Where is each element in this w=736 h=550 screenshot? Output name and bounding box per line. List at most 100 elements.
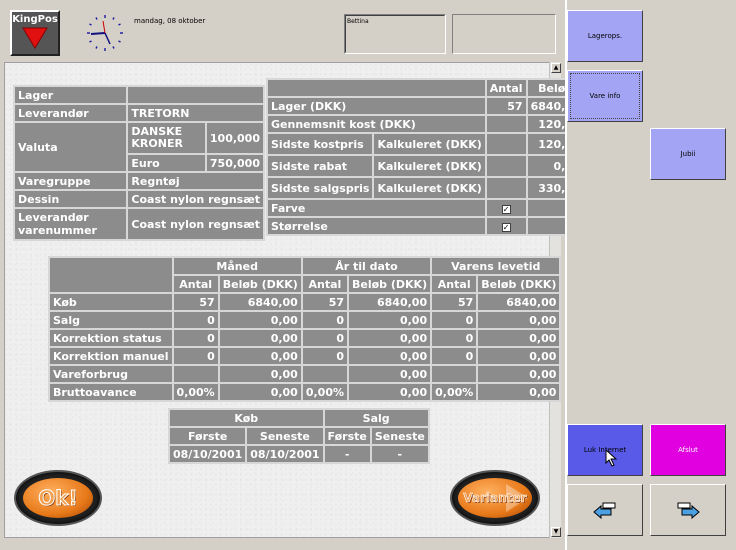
row-label: Varegruppe <box>15 173 127 189</box>
forward-button[interactable] <box>650 484 726 536</box>
sub-header: Antal <box>432 276 477 292</box>
row-label: Gennemsnit kost (DKK) <box>268 116 485 132</box>
check-label: Farve <box>268 200 485 216</box>
table-row: Sidste rabatKalkuleret (DKK)0,00 <box>268 156 584 176</box>
lagerops-label: Lagerops. <box>587 32 623 40</box>
vareinfo-button[interactable]: Vare info <box>567 70 643 122</box>
cell-antal <box>486 134 526 154</box>
row-sublabel: Kalkuleret (DKK) <box>374 134 485 154</box>
group-header: Salg <box>324 410 428 426</box>
varianter-button[interactable]: Varianter <box>450 470 540 526</box>
cell: 0,00 <box>219 348 301 364</box>
afslut-button[interactable]: Afslut <box>650 424 726 476</box>
farve-checkbox[interactable]: ✓ <box>486 200 526 216</box>
group-header: Varens levetid <box>432 258 560 274</box>
cell: 0 <box>173 330 218 346</box>
cell: 0,00 <box>219 312 301 328</box>
row-label: Vareforbrug <box>50 366 172 382</box>
row-label: Leverandør varenummer <box>15 209 127 239</box>
table-row: Køb 57 6840,00 57 6840,00 57 6840,00 <box>50 294 560 310</box>
sub-header: Seneste <box>371 428 428 444</box>
cell: 57 <box>302 294 347 310</box>
varianter-label: Varianter <box>463 491 527 506</box>
cell-antal <box>486 178 526 198</box>
luk-internet-button[interactable]: Luk Internet <box>567 424 643 476</box>
row-value: Coast nylon regnsæt <box>128 209 263 239</box>
cell: 0,00 <box>349 348 431 364</box>
cell: 0,00 <box>478 330 560 346</box>
scroll-up-icon[interactable]: ▲ <box>551 63 561 73</box>
kingpos-logo: KingPos <box>10 10 60 56</box>
group-header: År til dato <box>302 258 431 274</box>
ok-button[interactable]: Ok! <box>14 470 102 526</box>
cell: 0 <box>302 330 347 346</box>
back-button[interactable] <box>567 484 643 536</box>
cell: - <box>324 446 370 462</box>
cell: 08/10/2001 <box>170 446 246 462</box>
cell: 0,00% <box>432 384 477 400</box>
cell: 0,00 <box>349 366 431 382</box>
row-label: Sidste rabat <box>268 156 373 176</box>
cell: 0,00 <box>478 312 560 328</box>
cell: 0 <box>302 312 347 328</box>
table-row: Lager <box>15 87 263 103</box>
empty-box <box>452 14 556 54</box>
cell: 0 <box>432 330 477 346</box>
cell: 0 <box>173 348 218 364</box>
row-value: Regntøj <box>128 173 263 189</box>
jubii-label: Jubii <box>680 150 696 158</box>
table-header-row: Antal Beløb <box>268 80 584 96</box>
cell: 0,00 <box>219 366 301 382</box>
afslut-label: Afslut <box>678 446 698 454</box>
sub-header: Første <box>170 428 246 444</box>
cell: 6840,00 <box>219 294 301 310</box>
cell: 0,00 <box>349 312 431 328</box>
row-label: Bruttoavance <box>50 384 172 400</box>
table-row: Dessin Coast nylon regnsæt <box>15 191 263 207</box>
cell: 0,00 <box>349 384 431 400</box>
cell-antal <box>486 116 526 132</box>
sub-header: Første <box>324 428 370 444</box>
row-label: Dessin <box>15 191 127 207</box>
cell: 0,00 <box>219 330 301 346</box>
row-value <box>128 87 263 103</box>
jubii-button[interactable]: Jubii <box>650 128 726 180</box>
row-label: Køb <box>50 294 172 310</box>
storrelse-checkbox[interactable]: ✓ <box>486 218 526 234</box>
table-row: Leverandør TRETORN <box>15 105 263 121</box>
vareinfo-label: Vare info <box>589 92 621 100</box>
cell: - <box>371 446 428 462</box>
table-row: Salg 0 0,00 0 0,00 0 0,00 <box>50 312 560 328</box>
cell: 6840,00 <box>478 294 560 310</box>
row-value: TRETORN <box>128 105 263 121</box>
table-header-row: Første Seneste Første Seneste <box>170 428 428 444</box>
table-row: Sidste kostpris Kalkuleret (DKK) 120,00 <box>268 134 584 154</box>
cell <box>302 366 347 382</box>
table-row: Varegruppe Regntøj <box>15 173 263 189</box>
logo-text: KingPos <box>12 14 58 25</box>
row-label: Sidste salgspris <box>268 178 373 198</box>
cell-antal: 57 <box>486 98 526 114</box>
currency-name: DANSKE KRONER <box>128 123 205 153</box>
table-row: Vareforbrug 0,00 0,00 0,00 <box>50 366 560 382</box>
sub-header: Beløb (DKK) <box>219 276 301 292</box>
cell: 0,00 <box>219 384 301 400</box>
scroll-down-icon[interactable]: ▼ <box>551 527 561 537</box>
cell: 0,00 <box>478 366 560 382</box>
table-row: Korrektion status 0 0,00 0 0,00 0 0,00 <box>50 330 560 346</box>
sub-header: Beløb (DKK) <box>478 276 560 292</box>
arrow-left-icon <box>593 502 616 519</box>
user-name: Bettina <box>347 18 369 25</box>
sub-header: Beløb (DKK) <box>349 276 431 292</box>
row-label: Valuta <box>15 123 127 171</box>
product-info-table: Lager Leverandør TRETORN Valuta DANSKE KRO… <box>13 85 265 241</box>
header-antal: Antal <box>486 80 526 96</box>
cursor-icon <box>605 449 618 467</box>
cell: 0,00% <box>302 384 347 400</box>
cell: 57 <box>173 294 218 310</box>
sub-header: Antal <box>173 276 218 292</box>
cell: 08/10/2001 <box>247 446 323 462</box>
cell <box>432 366 477 382</box>
lagerops-button[interactable]: Lagerops. <box>567 10 643 62</box>
row-label: Korrektion status <box>50 330 172 346</box>
